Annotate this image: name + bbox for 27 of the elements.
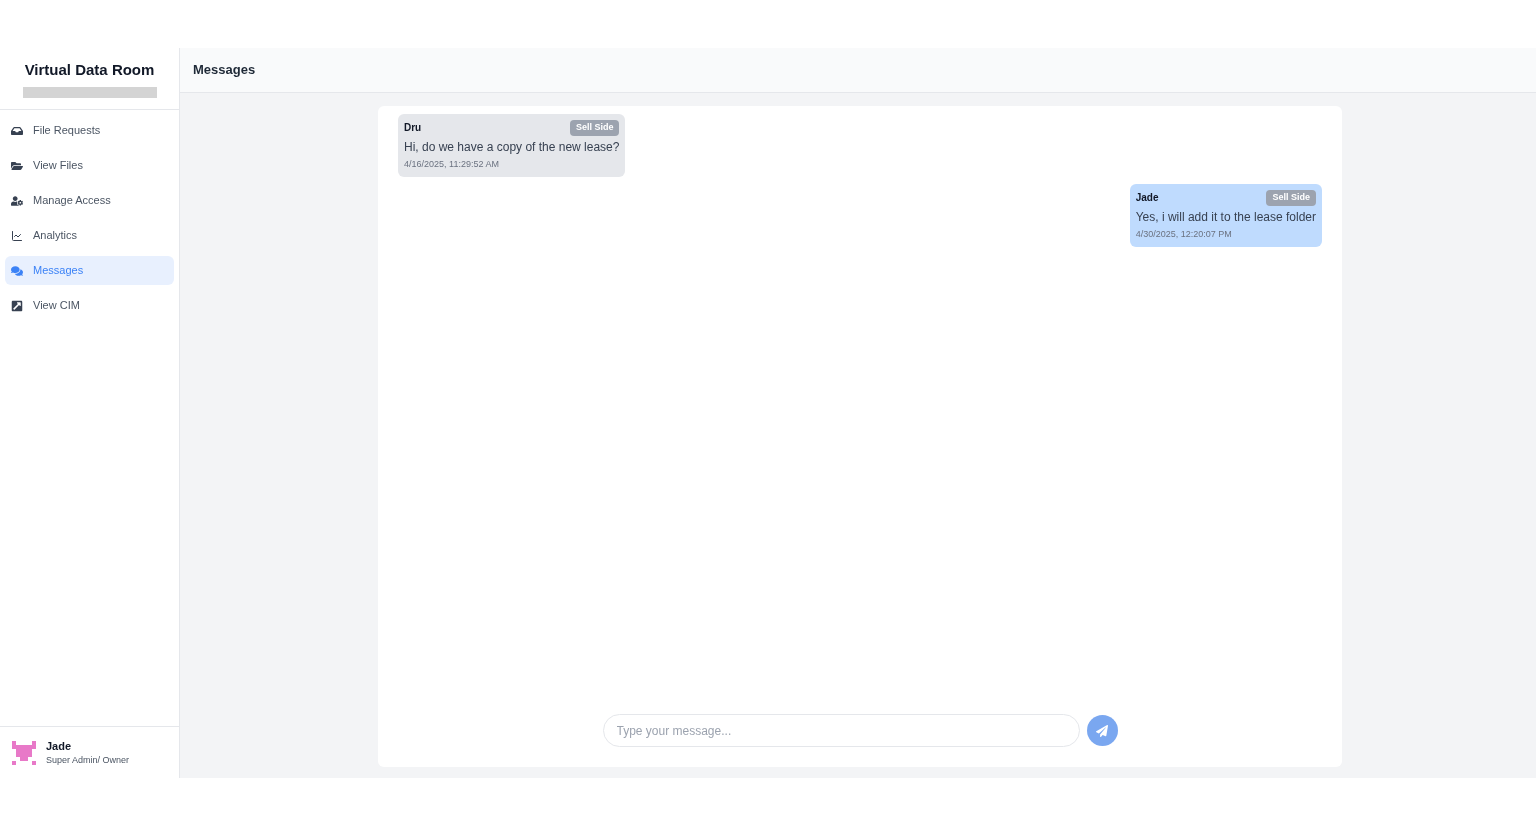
line-chart-icon <box>11 229 23 242</box>
nav-item[interactable]: View Files <box>5 151 174 180</box>
external-link-icon <box>11 299 23 312</box>
nav-item[interactable]: File Requests <box>5 116 174 145</box>
side-tag: Sell Side <box>569 120 620 136</box>
avatar-icon <box>12 740 36 765</box>
nav-item[interactable]: View CIM <box>5 291 174 320</box>
message-text: Yes, i will add it to the lease folder <box>1135 208 1316 226</box>
page-title: Messages <box>193 61 256 80</box>
sender-name: Dru <box>404 121 422 136</box>
send-button[interactable] <box>1086 715 1118 746</box>
app-title: Virtual Data Room <box>24 59 155 80</box>
chat-bubbles-icon <box>11 264 23 277</box>
side-tag: Sell Side <box>1266 190 1316 206</box>
user-role: Super Admin/ Owner <box>46 754 130 767</box>
nav-item[interactable]: Manage Access <box>5 186 174 215</box>
user-name: Jade <box>46 738 73 754</box>
inbox-icon <box>11 124 23 137</box>
sender-name: Jade <box>1135 191 1159 206</box>
message-time: 4/30/2025, 12:20:07 PM <box>1135 227 1233 241</box>
folder-icon <box>11 159 23 172</box>
send-icon <box>1096 724 1108 737</box>
message-input[interactable]: Type your message... <box>602 714 1080 747</box>
nav-item[interactable]: Analytics <box>5 221 174 250</box>
message-time: 4/16/2025, 11:29:52 AM <box>404 157 500 171</box>
message-text: Hi, do we have a copy of the new lease? <box>404 138 620 156</box>
user-gear-icon <box>11 194 23 207</box>
